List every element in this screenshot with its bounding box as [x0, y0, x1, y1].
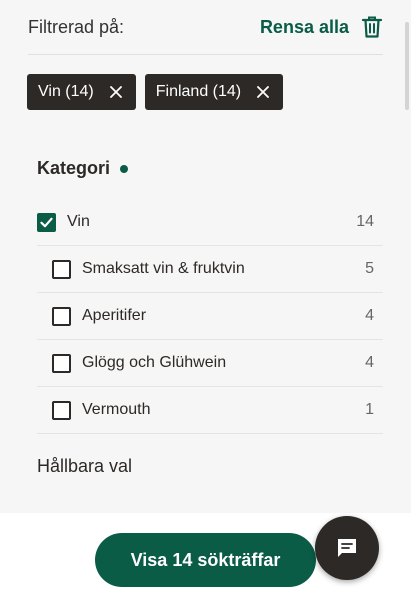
filter-header: Filtrerad på: Rensa alla: [28, 0, 383, 55]
item-label: Vin: [67, 213, 90, 230]
chat-button[interactable]: [315, 516, 379, 580]
category-item-vermouth[interactable]: Vermouth 1: [37, 387, 383, 434]
chat-icon: [338, 539, 356, 557]
trash-icon: [361, 16, 383, 38]
item-label: Aperitifer: [82, 307, 147, 324]
active-dot-icon: [120, 164, 129, 173]
category-heading[interactable]: Kategori: [37, 158, 129, 179]
close-icon[interactable]: [257, 86, 270, 98]
item-label: Vermouth: [82, 401, 151, 418]
checkmark-icon: [40, 217, 53, 227]
filter-chip-vin[interactable]: Vin (14): [27, 74, 136, 110]
item-count: 14: [356, 213, 374, 230]
show-results-button[interactable]: Visa 14 sökträffar: [95, 533, 316, 587]
checkbox[interactable]: [52, 353, 71, 373]
chip-label: Finland (14): [155, 83, 242, 100]
category-title: Kategori: [37, 158, 111, 178]
checkbox[interactable]: [52, 306, 71, 326]
item-label: Smaksatt vin & fruktvin: [82, 260, 245, 277]
sustainable-choices-section[interactable]: Hållbara val: [37, 456, 132, 477]
category-item-smaksatt-vin[interactable]: Smaksatt vin & fruktvin 5: [37, 246, 383, 293]
clear-all-button[interactable]: Rensa alla: [260, 15, 383, 39]
checkbox[interactable]: [52, 259, 71, 279]
category-item-aperitifer[interactable]: Aperitifer 4: [37, 293, 383, 340]
item-count: 1: [365, 401, 374, 418]
filter-label: Filtrerad på:: [28, 16, 125, 37]
category-item-vin[interactable]: Vin 14: [37, 199, 383, 246]
chip-label: Vin (14): [38, 83, 94, 100]
close-icon[interactable]: [109, 86, 122, 98]
category-list: Vin 14 Smaksatt vin & fruktvin 5 Aperiti…: [37, 199, 383, 434]
item-label: Glögg och Glühwein: [82, 354, 227, 371]
clear-all-label: Rensa alla: [259, 16, 349, 37]
item-count: 4: [365, 354, 374, 371]
scrollbar[interactable]: [405, 22, 409, 110]
filter-chip-finland[interactable]: Finland (14): [144, 74, 284, 110]
checkbox[interactable]: [37, 212, 56, 232]
checkbox[interactable]: [52, 400, 71, 420]
active-filter-chips: Vin (14) Finland (14): [27, 74, 284, 110]
category-item-glogg[interactable]: Glögg och Glühwein 4: [37, 340, 383, 387]
item-count: 5: [365, 260, 374, 277]
item-count: 4: [365, 307, 374, 324]
filter-panel: Filtrerad på: Rensa alla Vin (14) Finlan…: [0, 0, 411, 600]
